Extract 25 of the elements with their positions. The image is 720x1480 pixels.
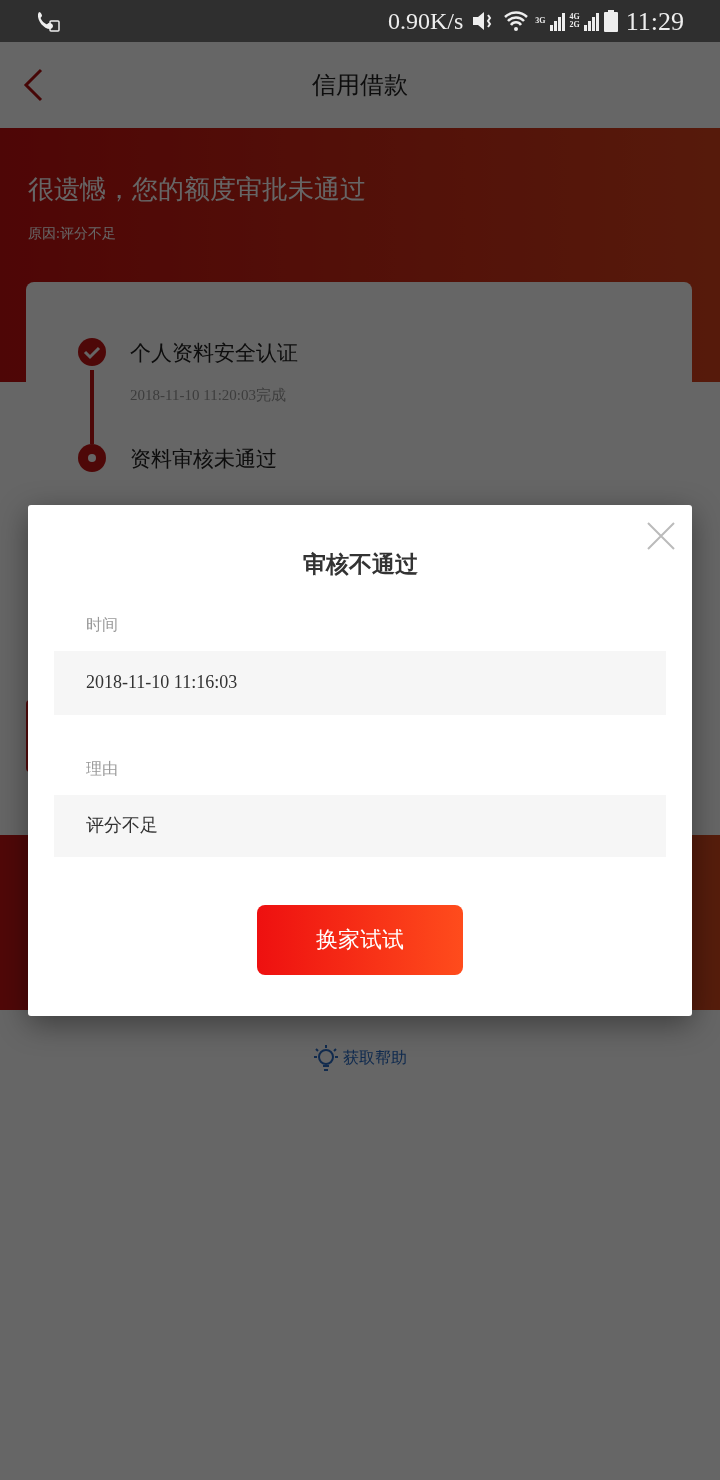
clock: 11:29: [625, 5, 684, 38]
network-type-label: 3G: [535, 17, 546, 25]
field-value: 2018-11-10 11:16:03: [54, 650, 666, 715]
check-icon: [78, 338, 106, 366]
signal-icon: [583, 11, 600, 31]
signal-icon: [549, 11, 566, 31]
lightbulb-icon: [313, 1044, 339, 1072]
step-title: 个人资料安全认证: [130, 340, 298, 367]
rejection-reason: 原因:评分不足: [28, 225, 117, 244]
try-another-button[interactable]: 换家试试: [257, 904, 463, 975]
dialog-title: 审核不通过: [301, 551, 419, 579]
help-link[interactable]: 获取帮助: [313, 1044, 407, 1072]
close-button[interactable]: [646, 521, 676, 551]
page-title: 信用借款: [312, 71, 408, 100]
field-label: 时间: [85, 614, 119, 635]
step-title: 资料审核未通过: [130, 446, 277, 473]
call-icon: [36, 10, 60, 32]
network-speed: 0.90K/s: [387, 7, 464, 36]
back-button[interactable]: [22, 68, 44, 102]
field-value: 评分不足: [54, 794, 666, 857]
rejection-title: 很遗憾，您的额度审批未通过: [28, 174, 367, 206]
network-type-label: 2G: [569, 21, 580, 29]
field-label: 理由: [85, 758, 119, 779]
battery-icon: [603, 10, 618, 32]
network-type-label: 4G: [569, 13, 580, 21]
